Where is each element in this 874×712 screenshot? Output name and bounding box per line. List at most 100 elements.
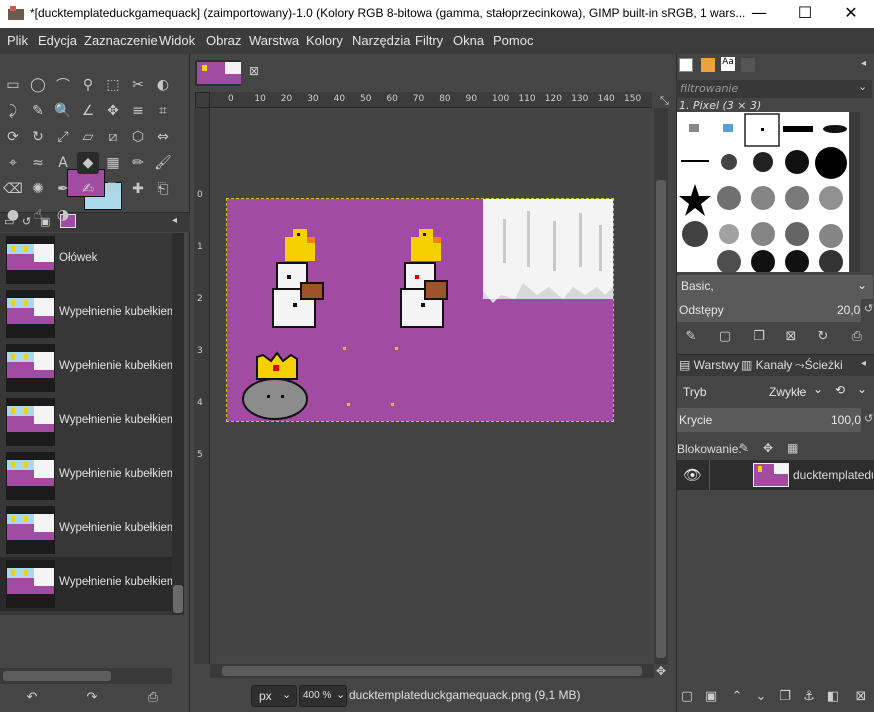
anchor-layer-icon[interactable]: ⚓ [799, 689, 819, 704]
lock-pixels-icon[interactable]: ✎ [739, 441, 749, 455]
menu-select[interactable]: Zaznaczenie [84, 33, 158, 48]
measure-icon[interactable]: ∠ [77, 100, 99, 122]
align-icon[interactable]: ≡ [127, 100, 149, 122]
rotate-icon[interactable]: ↻ [27, 126, 49, 148]
image-canvas[interactable] [226, 198, 614, 422]
dodge-burn-icon[interactable]: ◑ [52, 204, 74, 226]
quickmask-corner-icon[interactable] [195, 92, 210, 108]
3d-transform-icon[interactable]: ⬡ [127, 126, 149, 148]
lower-layer-icon[interactable]: ⌄ [751, 689, 771, 704]
smudge-icon[interactable]: ☝ [27, 204, 49, 226]
lock-position-icon[interactable]: ✥ [763, 441, 773, 455]
mypaint-icon[interactable]: ✍ [77, 178, 99, 200]
text-icon[interactable]: A [52, 152, 74, 174]
by-color-select-icon[interactable]: ⬚ [102, 74, 124, 96]
edit-brush-icon[interactable]: ✎ [681, 329, 701, 344]
close-tab-icon[interactable]: ⊠ [249, 64, 259, 78]
brush-filter-input[interactable]: filtrowanie ⌄ [676, 80, 872, 98]
scale-icon[interactable]: ⤢ [52, 126, 74, 148]
reset-spacing-icon[interactable]: ↺ [864, 302, 873, 315]
layer-row[interactable]: 👁 ducktemplateduc [677, 460, 874, 490]
unit-selector[interactable]: px ⌄ [251, 685, 297, 707]
delete-brush-icon[interactable]: ⊠ [781, 329, 801, 344]
menu-edit[interactable]: Edycja [38, 33, 77, 48]
perspective-clone-icon[interactable]: ⎗ [152, 178, 174, 200]
open-brush-as-image-icon[interactable]: ⎙ [847, 329, 867, 344]
menu-colors[interactable]: Kolory [306, 33, 343, 48]
vertical-ruler[interactable]: 0 1 2 3 4 5 [194, 108, 210, 664]
layer-mode-selector[interactable]: Tryb Zwykłe ⌄ [677, 380, 829, 404]
brush-preset-selector[interactable]: Basic, ⌄ [677, 275, 873, 299]
fonts-tab-icon[interactable]: Aa [721, 57, 735, 71]
history-hscrollbar-thumb[interactable] [3, 671, 111, 681]
menu-help[interactable]: Pomoc [493, 33, 533, 48]
dock-menu-icon[interactable]: ◂ [861, 58, 866, 69]
vscroll-thumb[interactable] [656, 180, 666, 658]
duplicate-brush-icon[interactable]: ❐ [749, 329, 769, 344]
dock-menu-icon[interactable]: ◂ [172, 215, 177, 226]
lock-alpha-icon[interactable]: ▦ [787, 441, 798, 455]
brushes-tab-icon[interactable] [679, 58, 693, 72]
canvas-vertical-scrollbar[interactable] [654, 108, 668, 664]
redo-icon[interactable]: ↷ [82, 690, 102, 705]
shear-icon[interactable]: ▱ [77, 126, 99, 148]
history-scrollbar[interactable] [172, 233, 184, 615]
zoom-icon[interactable]: 🔍 [52, 100, 74, 122]
menu-layer[interactable]: Warstwa [249, 33, 299, 48]
maximize-button[interactable]: ☐ [782, 0, 828, 28]
zoom-fit-icon[interactable]: ⤡ [660, 94, 669, 108]
history-item[interactable]: Wypełnienie kubełkiem [0, 503, 172, 557]
rect-select-icon[interactable]: ▭ [2, 74, 24, 96]
color-picker-icon[interactable]: ✎ [27, 100, 49, 122]
brush-grid-scrollbar[interactable] [850, 112, 860, 272]
image-tab[interactable]: ⊠ [195, 58, 259, 88]
hscroll-thumb[interactable] [222, 666, 642, 676]
menu-windows[interactable]: Okna [453, 33, 484, 48]
history-item[interactable]: Wypełnienie kubełkiem [0, 449, 172, 503]
close-button[interactable]: ✕ [828, 0, 874, 28]
airbrush-icon[interactable]: ✺ [27, 178, 49, 200]
layer-name[interactable]: ducktemplateduc [793, 468, 873, 482]
navigate-icon[interactable]: ✥ [656, 664, 666, 678]
bucket-fill-icon[interactable]: ◆ [77, 152, 99, 174]
menu-image[interactable]: Obraz [206, 33, 241, 48]
horizontal-ruler[interactable]: 0 10 20 30 40 50 60 70 80 90 100 110 120 130 140 150 [210, 92, 652, 108]
brush-grid[interactable] [677, 112, 849, 274]
ellipse-select-icon[interactable]: ◯ [27, 74, 49, 96]
free-select-icon[interactable]: ⌒ [52, 74, 74, 96]
delete-layer-icon[interactable]: ⊠ [851, 689, 871, 704]
menu-file[interactable]: Plik [7, 33, 28, 48]
pencil-icon[interactable]: ✏ [127, 152, 149, 174]
reset-opacity-icon[interactable]: ↺ [864, 412, 873, 425]
document-history-tab-icon[interactable] [741, 58, 755, 72]
history-item[interactable]: Wypełnienie kubełkiem [0, 395, 172, 449]
tab-paths[interactable]: ⤳Ścieżki [795, 358, 843, 373]
cage-icon[interactable]: ⌖ [2, 152, 24, 174]
tab-channels[interactable]: ▥ Kanały [741, 358, 792, 372]
duplicate-layer-icon[interactable]: ❐ [775, 689, 795, 704]
opacity-slider[interactable]: Krycie 100,0 [677, 408, 861, 432]
flip-icon[interactable]: ⇔ [152, 126, 174, 148]
spacing-slider[interactable]: Odstępy 20,0 [677, 298, 861, 322]
history-item[interactable]: Wypełnienie kubełkiem [0, 557, 172, 611]
patterns-tab-icon[interactable] [701, 58, 715, 72]
paths-icon[interactable]: ⤸ [2, 100, 24, 122]
foreground-select-icon[interactable]: ◐ [152, 74, 174, 96]
warp-icon[interactable]: ≈ [27, 152, 49, 174]
heal-icon[interactable]: ✚ [127, 178, 149, 200]
menu-view[interactable]: Widok [159, 33, 195, 48]
eraser-icon[interactable]: ⌫ [2, 178, 24, 200]
zoom-selector[interactable]: 400 % ⌄ [299, 685, 347, 707]
menu-tools[interactable]: Narzędzia [352, 33, 411, 48]
history-item[interactable]: Ołówek [0, 233, 172, 287]
history-hscrollbar[interactable] [0, 668, 172, 684]
undo-icon[interactable]: ↶ [22, 690, 42, 705]
clear-history-icon[interactable]: ⎙ [143, 690, 163, 705]
move-icon[interactable]: ✥ [102, 100, 124, 122]
new-layer-icon[interactable]: ▢ [677, 689, 697, 704]
raise-layer-icon[interactable]: ⌃ [727, 689, 747, 704]
history-item[interactable]: Wypełnienie kubełkiem [0, 341, 172, 395]
dock-menu-icon[interactable]: ◂ [861, 358, 866, 369]
refresh-brushes-icon[interactable]: ↻ [813, 329, 833, 344]
history-scrollbar-thumb[interactable] [173, 585, 183, 613]
